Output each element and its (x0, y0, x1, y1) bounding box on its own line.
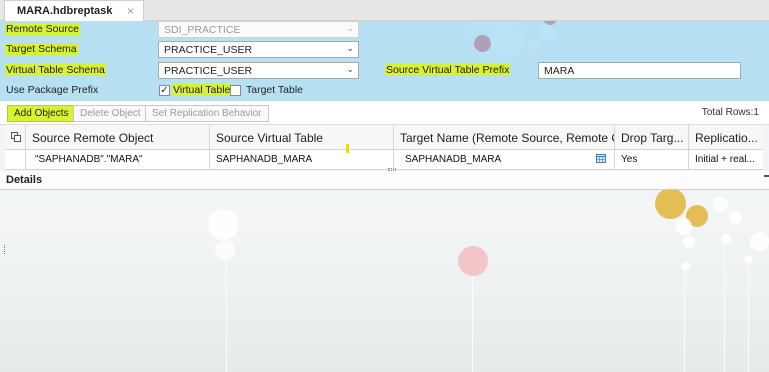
cell-replication: Initial + real... (695, 154, 755, 165)
stem-decoration (472, 276, 473, 372)
total-rows-count: Total Rows:1 (701, 107, 759, 118)
set-replication-behavior-button[interactable]: Set Replication Behavior (145, 105, 269, 122)
target-table-checkbox-label[interactable]: Target Table (245, 84, 304, 96)
delete-object-button[interactable]: Delete Object (73, 105, 148, 122)
cell-target-name[interactable]: SAPHANADB_MARA (394, 150, 615, 169)
source-virtual-table-prefix-value: MARA (544, 65, 575, 77)
bubble-decoration (713, 197, 728, 212)
cell-source-virtual-table: SAPHANADB_MARA (210, 150, 394, 169)
bubble-decoration (721, 234, 731, 244)
background-gradient (0, 200, 769, 372)
close-icon[interactable]: × (127, 4, 134, 18)
stem-decoration (684, 270, 685, 372)
replication-objects-table: Source Remote Object Source Virtual Tabl… (5, 125, 763, 170)
table-row[interactable]: "SAPHANADB"."MARA" SAPHANADB_MARA SAPHAN… (5, 150, 763, 170)
stem-decoration (724, 244, 725, 372)
replication-task-form: Remote Source SDI_PRACTICE ⌄ Target Sche… (0, 21, 769, 101)
bubble-decoration (208, 209, 239, 240)
chevron-down-icon: ⌄ (346, 43, 354, 53)
cell-drop-target: Yes (615, 150, 689, 169)
bubble-decoration (458, 246, 488, 276)
add-objects-button[interactable]: Add Objects (7, 105, 76, 122)
minimize-icon[interactable] (764, 175, 769, 177)
column-header-source-virtual-table[interactable]: Source Virtual Table (210, 125, 394, 149)
stem-decoration (748, 264, 749, 372)
target-schema-value: PRACTICE_USER (164, 44, 253, 56)
column-header-source-remote-object[interactable]: Source Remote Object (26, 125, 210, 149)
copy-icon (11, 132, 21, 142)
bubble-decoration (729, 211, 742, 224)
target-schema-select[interactable]: PRACTICE_USER ⌄ (158, 41, 359, 58)
target-table-checkbox[interactable] (230, 85, 241, 96)
bubble-decoration (681, 262, 690, 271)
bubble-decoration (750, 232, 769, 251)
virtual-table-schema-select[interactable]: PRACTICE_USER ⌄ (158, 62, 359, 79)
table-header: Source Remote Object Source Virtual Tabl… (5, 125, 763, 150)
virtual-table-schema-value: PRACTICE_USER (164, 65, 253, 77)
stem-decoration (226, 260, 227, 372)
remote-source-select: SDI_PRACTICE ⌄ (158, 21, 359, 38)
column-header-replication[interactable]: Replicatio... (689, 125, 763, 149)
cell-source-remote-object: "SAPHANADB"."MARA" (26, 150, 210, 169)
calendar-icon[interactable] (596, 153, 606, 163)
chevron-down-icon: ⌄ (346, 23, 354, 33)
virtual-table-checkbox[interactable]: ✓ (159, 85, 170, 96)
virtual-table-schema-label: Virtual Table Schema (5, 64, 106, 76)
column-select-all[interactable] (5, 125, 26, 149)
bubble-decoration (686, 205, 708, 227)
bubble-decoration (655, 188, 686, 219)
bubble-decoration (683, 236, 695, 248)
tab-mara-hdbreptask[interactable]: MARA.hdbreptask × (4, 0, 144, 21)
remote-source-label: Remote Source (5, 23, 80, 35)
source-virtual-table-prefix-input[interactable]: MARA (538, 62, 741, 79)
source-virtual-table-prefix-label: Source Virtual Table Prefix (385, 64, 511, 76)
column-header-drop-target[interactable]: Drop Targ... (615, 125, 689, 149)
remote-source-value: SDI_PRACTICE (164, 24, 241, 36)
details-title: Details (6, 174, 43, 186)
column-header-target-name[interactable]: Target Name (Remote Source, Remote O... (394, 125, 615, 149)
target-name-value: SAPHANADB_MARA (405, 154, 502, 165)
bubble-decoration (215, 240, 235, 260)
tab-title: MARA.hdbreptask (17, 5, 113, 17)
details-panel-header: Details (0, 171, 769, 190)
use-package-prefix-label: Use Package Prefix (6, 84, 99, 96)
bubble-decoration (675, 218, 692, 235)
row-selector[interactable] (5, 150, 26, 169)
bubble-decoration (744, 255, 753, 264)
target-schema-label: Target Schema (5, 43, 78, 55)
editor-tab-bar: MARA.hdbreptask × (0, 0, 769, 21)
resize-grip[interactable] (4, 245, 7, 254)
highlight-marker (346, 144, 349, 153)
objects-toolbar: Add Objects Delete Object Set Replicatio… (0, 101, 769, 125)
virtual-table-checkbox-label[interactable]: Virtual Table (172, 84, 232, 96)
chevron-down-icon: ⌄ (346, 64, 354, 74)
